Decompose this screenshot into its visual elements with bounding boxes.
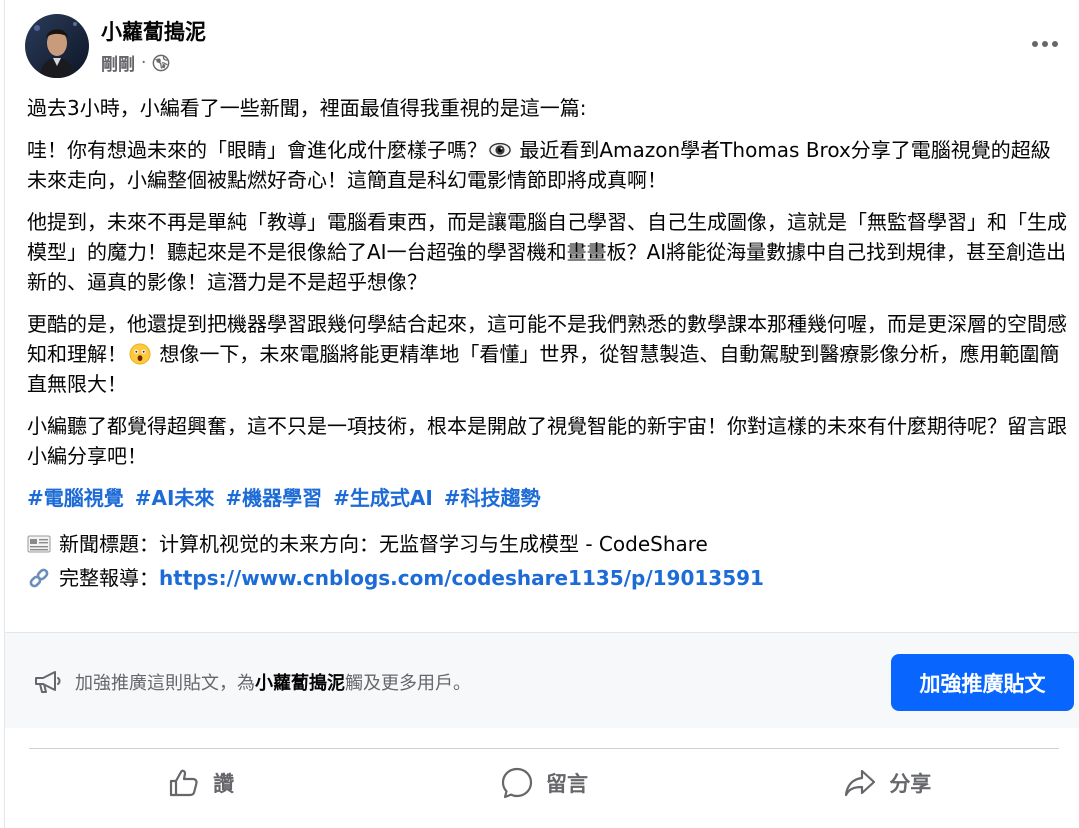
post-paragraph-3: 更酷的是，他還提到把機器學習跟幾何學結合起來，這可能不是我們熟悉的數學課本那種幾… bbox=[27, 309, 1067, 399]
link-icon bbox=[29, 568, 49, 588]
author-name[interactable]: 小蘿蔔搗泥 bbox=[101, 16, 206, 46]
post-intro: 過去3小時，小編看了一些新聞，裡面最值得我重視的是這一篇: bbox=[27, 96, 587, 120]
news-title-label: 新聞標題： bbox=[59, 532, 159, 556]
boost-post-button[interactable]: 加強推廣貼文 bbox=[891, 654, 1074, 711]
boost-text-prefix: 加強推廣這則貼文，為 bbox=[75, 673, 255, 694]
report-link-line: 完整報導： https://www.cnblogs.com/codeshare11… bbox=[27, 561, 1067, 595]
astonished-face-emoji-icon bbox=[129, 343, 151, 365]
post-meta: 剛剛 · bbox=[101, 50, 170, 75]
hashtag-link[interactable]: #AI未來 bbox=[135, 486, 215, 510]
newspaper-icon bbox=[27, 535, 51, 553]
paragraph-3-text-b: 想像一下，未來電腦將能更精準地「看懂」世界，從智慧製造、自動駕駛到醫療影像分析，… bbox=[27, 342, 1060, 396]
hashtag-link[interactable]: #機器學習 bbox=[225, 486, 322, 510]
more-dots-icon bbox=[1032, 41, 1038, 47]
comment-bubble-icon bbox=[501, 767, 533, 798]
post-paragraph-2: 他提到，未來不再是單純「教導」電腦看東西，而是讓電腦自己學習、自己生成圖像，這就… bbox=[27, 210, 1067, 294]
post-timestamp[interactable]: 剛剛 bbox=[101, 50, 135, 75]
comment-label: 留言 bbox=[545, 771, 588, 796]
globe-icon[interactable] bbox=[152, 54, 170, 72]
share-arrow-icon bbox=[845, 769, 876, 796]
meta-separator: · bbox=[141, 52, 147, 73]
boost-bar: 加強推廣這則貼文，為小蘿蔔搗泥觸及更多用戶。 加強推廣貼文 bbox=[5, 632, 1079, 728]
more-dots-icon bbox=[1052, 41, 1058, 47]
hashtag-link[interactable]: #科技趨勢 bbox=[444, 486, 541, 510]
post-card: 小蘿蔔搗泥 剛剛 · 過去3小時，小編看了一些新聞，裡面最值得我重視的是這一篇:… bbox=[4, 0, 1079, 828]
boost-description: 加強推廣這則貼文，為小蘿蔔搗泥觸及更多用戶。 bbox=[75, 669, 471, 695]
post-header: 小蘿蔔搗泥 剛剛 · bbox=[25, 14, 1065, 80]
post-paragraph-1: 哇！你有想過未來的「眼睛」會進化成什麼樣子嗎？ 最近看到Amazon學者Thom… bbox=[27, 135, 1067, 195]
hashtag-list: #電腦視覺 #AI未來 #機器學習 #生成式AI #科技趨勢 bbox=[27, 483, 1067, 513]
action-bar: 讚 留言 分享 bbox=[29, 748, 1059, 816]
post-paragraph-4: 小編聽了都覺得超興奮，這不只是一項技術，根本是開啟了視覺智能的新宇宙！你對這樣的… bbox=[27, 414, 1067, 468]
news-title-line: 新聞標題： 计算机视觉的未来方向：无监督学习与生成模型 - CodeShare bbox=[27, 527, 1067, 561]
more-options-button[interactable] bbox=[1025, 30, 1065, 58]
news-title: 计算机视觉的未来方向：无监督学习与生成模型 - CodeShare bbox=[159, 532, 708, 556]
share-label: 分享 bbox=[889, 771, 932, 796]
boost-text-suffix: 觸及更多用戶。 bbox=[345, 673, 471, 694]
like-button[interactable]: 讚 bbox=[29, 749, 372, 816]
hashtag-link[interactable]: #生成式AI bbox=[333, 486, 433, 510]
report-url-link[interactable]: https://www.cnblogs.com/codeshare1135/p/… bbox=[159, 563, 764, 593]
thumbs-up-icon bbox=[170, 769, 198, 796]
hashtag-link[interactable]: #電腦視覺 bbox=[27, 486, 124, 510]
report-label: 完整報導： bbox=[59, 566, 159, 590]
more-dots-icon bbox=[1042, 41, 1048, 47]
comment-button[interactable]: 留言 bbox=[372, 749, 715, 816]
share-button[interactable]: 分享 bbox=[716, 749, 1059, 816]
avatar[interactable] bbox=[25, 14, 89, 78]
eye-emoji-icon bbox=[489, 142, 511, 158]
megaphone-icon bbox=[35, 671, 61, 693]
like-label: 讚 bbox=[213, 771, 235, 796]
paragraph-1-text-a: 哇！你有想過未來的「眼睛」會進化成什麼樣子嗎？ bbox=[27, 138, 487, 162]
post-content: 過去3小時，小編看了一些新聞，裡面最值得我重視的是這一篇: 哇！你有想過未來的「… bbox=[27, 93, 1067, 595]
boost-text-name: 小蘿蔔搗泥 bbox=[255, 673, 345, 694]
